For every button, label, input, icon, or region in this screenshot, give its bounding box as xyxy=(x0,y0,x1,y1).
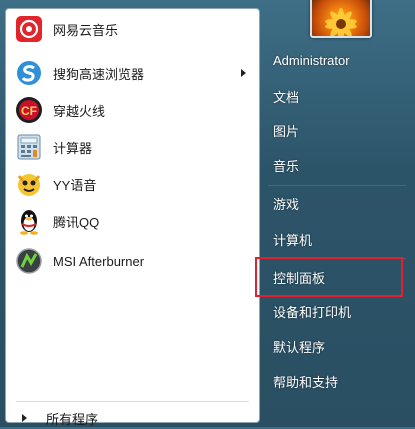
places-item-games[interactable]: 游戏 xyxy=(266,190,411,216)
submenu-arrow-icon xyxy=(241,69,246,77)
program-sogou-browser[interactable]: 搜狗高速浏览器 xyxy=(12,56,252,90)
program-label: 网易云音乐 xyxy=(53,22,119,38)
places-item-music[interactable]: 音乐 xyxy=(266,152,411,178)
places-item-documents[interactable]: 文档 xyxy=(266,83,411,109)
netease-music-icon xyxy=(14,14,44,44)
msi-afterburner-icon xyxy=(14,246,44,276)
qq-penguin-icon xyxy=(14,206,44,236)
program-crossfire[interactable]: CF 穿越火线 xyxy=(12,93,252,127)
program-label: 穿越火线 xyxy=(53,103,106,119)
chevron-right-icon xyxy=(22,414,27,422)
user-picture-avatar[interactable] xyxy=(310,0,372,38)
all-programs-label: 所有程序 xyxy=(46,411,99,427)
program-yy-voice[interactable]: YY语音 xyxy=(12,167,252,201)
crossfire-icon: CF xyxy=(14,95,44,125)
places-label: 帮助和支持 xyxy=(273,374,339,390)
programs-panel: 网易云音乐 搜狗高速浏览器 CF 穿越火线 计算器 YY语音 腾讯QQ MSI … xyxy=(5,8,260,427)
divider xyxy=(16,401,249,402)
places-label: 计算机 xyxy=(273,232,313,248)
places-item-user[interactable]: Administrator xyxy=(266,47,411,73)
program-calculator[interactable]: 计算器 xyxy=(12,130,252,164)
places-item-help-support[interactable]: 帮助和支持 xyxy=(266,368,411,394)
program-label: 搜狗高速浏览器 xyxy=(53,66,145,82)
places-separator xyxy=(268,185,406,186)
sogou-browser-icon xyxy=(14,58,44,88)
places-item-computer[interactable]: 计算机 xyxy=(266,226,411,252)
calculator-icon xyxy=(14,132,44,162)
places-label: 设备和打印机 xyxy=(273,304,352,320)
places-item-devices-printers[interactable]: 设备和打印机 xyxy=(266,298,411,324)
yy-voice-icon xyxy=(14,169,44,199)
places-label: 默认程序 xyxy=(273,339,326,355)
places-label: 图片 xyxy=(273,123,300,139)
places-label: 文档 xyxy=(273,89,300,105)
program-msi-afterburner[interactable]: MSI Afterburner xyxy=(12,244,252,278)
program-tencent-qq[interactable]: 腾讯QQ xyxy=(12,204,252,238)
program-label: 计算器 xyxy=(53,140,93,156)
places-item-default-programs[interactable]: 默认程序 xyxy=(266,333,411,359)
places-panel: Administrator 文档 图片 音乐 游戏 计算机 控制面板 设备和打印… xyxy=(262,0,415,427)
places-label: Administrator xyxy=(273,52,350,68)
svg-text:CF: CF xyxy=(21,104,37,118)
places-label: 游戏 xyxy=(273,196,300,212)
all-programs-button[interactable]: 所有程序 xyxy=(16,407,251,429)
program-netease-music[interactable]: 网易云音乐 xyxy=(12,12,252,46)
places-label: 音乐 xyxy=(273,158,300,174)
places-item-pictures[interactable]: 图片 xyxy=(266,117,411,143)
program-label: MSI Afterburner xyxy=(53,253,145,269)
highlight-annotation-box xyxy=(255,257,403,297)
program-label: YY语音 xyxy=(53,177,97,193)
program-label: 腾讯QQ xyxy=(53,214,100,230)
